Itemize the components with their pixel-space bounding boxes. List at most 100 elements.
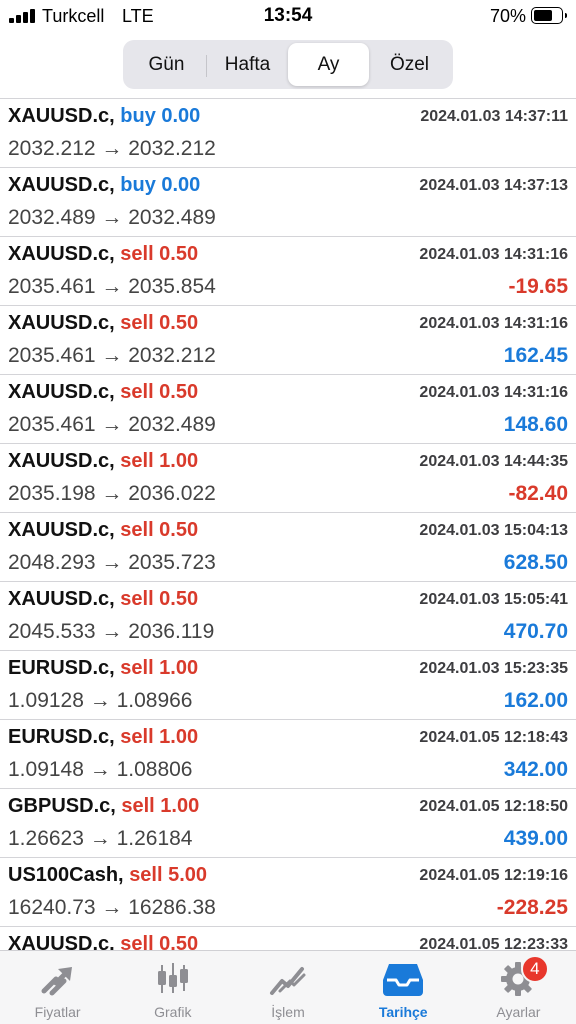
tab-week[interactable]: Hafta (207, 43, 288, 86)
period-segmented-control: Gün Hafta Ay Özel (123, 40, 453, 89)
deal-header: XAUUSD.c, sell 0.50 (8, 243, 198, 266)
deal-row[interactable]: XAUUSD.c, buy 0.00 2024.01.03 14:37:11 203… (0, 99, 576, 168)
tab-quotes[interactable]: Fiyatlar (0, 951, 115, 1024)
deal-symbol: XAUUSD.c, (8, 450, 115, 472)
deal-profit: 162.00 (503, 689, 568, 712)
deal-prices: 1.09128 → 1.08966 (8, 689, 193, 712)
deal-symbol: XAUUSD.c, (8, 312, 115, 334)
history-icon (381, 959, 425, 999)
deal-symbol: EURUSD.c, (8, 726, 115, 748)
deal-prices: 2032.489 → 2032.489 (8, 206, 216, 229)
deal-symbol: XAUUSD.c, (8, 588, 115, 610)
deal-side: sell 1.00 (120, 726, 199, 748)
deal-prices: 2035.461 → 2035.854 (8, 275, 216, 298)
deal-time: 2024.01.03 14:31:16 (419, 246, 568, 263)
deal-history-list[interactable]: XAUUSD.c, buy 0.00 2024.01.03 14:37:11 203… (0, 98, 576, 950)
deal-prices: 2048.293 → 2035.723 (8, 551, 216, 574)
deal-row[interactable]: XAUUSD.c, buy 0.00 2024.01.03 14:37:13 203… (0, 168, 576, 237)
quotes-icon (36, 959, 80, 999)
deal-row[interactable]: EURUSD.c, sell 1.00 2024.01.05 12:18:43 1.… (0, 720, 576, 789)
deal-header: XAUUSD.c, sell 0.50 (8, 312, 198, 335)
deal-time: 2024.01.03 15:23:35 (419, 660, 568, 677)
bottom-tab-bar: Fiyatlar Grafik İşlem Tarihçe Ayarlar 4 (0, 950, 576, 1024)
deal-header: GBPUSD.c, sell 1.00 (8, 795, 199, 818)
deal-header: XAUUSD.c, sell 0.50 (8, 588, 198, 611)
deal-time: 2024.01.05 12:19:16 (419, 867, 568, 884)
deal-time: 2024.01.03 15:04:13 (419, 522, 568, 539)
deal-row[interactable]: EURUSD.c, sell 1.00 2024.01.03 15:23:35 1.… (0, 651, 576, 720)
tab-history-label: Tarihçe (378, 1004, 428, 1020)
deal-header: EURUSD.c, sell 1.00 (8, 726, 198, 749)
tab-trade-label: İşlem (271, 1004, 305, 1020)
deal-prices: 16240.73 → 16286.38 (8, 896, 216, 919)
deal-side: buy 0.00 (120, 105, 201, 127)
deal-time: 2024.01.03 14:37:13 (419, 177, 568, 194)
deal-prices: 2035.461 → 2032.212 (8, 344, 216, 367)
tab-settings[interactable]: Ayarlar 4 (461, 951, 576, 1024)
deal-profit: -19.65 (508, 275, 568, 298)
deal-profit: 148.60 (503, 413, 568, 436)
tab-settings-label: Ayarlar (496, 1004, 541, 1020)
deal-prices: 2035.198 → 2036.022 (8, 482, 216, 505)
deal-row[interactable]: XAUUSD.c, sell 0.50 2024.01.03 15:05:41 20… (0, 582, 576, 651)
trade-icon (266, 959, 310, 999)
deal-profit: 342.00 (503, 758, 568, 781)
deal-symbol: XAUUSD.c, (8, 381, 115, 403)
deal-symbol: EURUSD.c, (8, 657, 115, 679)
deal-time: 2024.01.05 12:18:50 (419, 798, 568, 815)
battery-percent: 70% (489, 6, 526, 26)
tab-trade[interactable]: İşlem (230, 951, 345, 1024)
deal-header: XAUUSD.c, sell 0.50 (8, 933, 198, 950)
deal-header: XAUUSD.c, buy 0.00 (8, 105, 200, 128)
deal-time: 2024.01.03 15:05:41 (419, 591, 568, 608)
deal-row[interactable]: XAUUSD.c, sell 0.50 2024.01.05 12:23:33 (0, 927, 576, 950)
deal-symbol: XAUUSD.c, (8, 105, 115, 127)
chart-icon (151, 959, 195, 999)
tab-week-label: Hafta (224, 53, 271, 75)
deal-time: 2024.01.03 14:37:11 (420, 108, 568, 125)
deal-prices: 1.09148 → 1.08806 (8, 758, 193, 781)
deal-row[interactable]: XAUUSD.c, sell 0.50 2024.01.03 14:31:16 20… (0, 375, 576, 444)
deal-time: 2024.01.03 14:31:16 (419, 384, 568, 401)
deal-row[interactable]: GBPUSD.c, sell 1.00 2024.01.05 12:18:50 1.… (0, 789, 576, 858)
deal-header: XAUUSD.c, sell 0.50 (8, 519, 198, 542)
tab-chart[interactable]: Grafik (115, 951, 230, 1024)
tab-quotes-label: Fiyatlar (34, 1004, 81, 1020)
tab-history[interactable]: Tarihçe (346, 951, 461, 1024)
deal-row[interactable]: US100Cash, sell 5.00 2024.01.05 12:19:16 1… (0, 858, 576, 927)
deal-side: sell 1.00 (120, 450, 199, 472)
tab-custom-label: Özel (389, 53, 430, 75)
tab-day[interactable]: Gün (126, 43, 207, 86)
deal-time: 2024.01.03 14:44:35 (419, 453, 568, 470)
deal-row[interactable]: XAUUSD.c, sell 1.00 2024.01.03 14:44:35 20… (0, 444, 576, 513)
battery-icon (531, 7, 567, 24)
tab-chart-label: Grafik (154, 1004, 192, 1020)
deal-header: XAUUSD.c, sell 1.00 (8, 450, 198, 473)
deal-time: 2024.01.05 12:23:33 (419, 936, 568, 950)
deal-header: XAUUSD.c, buy 0.00 (8, 174, 200, 197)
deal-time: 2024.01.05 12:18:43 (419, 729, 568, 746)
deal-symbol: XAUUSD.c, (8, 243, 115, 265)
deal-header: EURUSD.c, sell 1.00 (8, 657, 198, 680)
deal-side: sell 0.50 (120, 381, 199, 403)
tab-month-label: Ay (317, 53, 340, 75)
deal-row[interactable]: XAUUSD.c, sell 0.50 2024.01.03 14:31:16 20… (0, 306, 576, 375)
deal-side: buy 0.00 (120, 174, 201, 196)
tab-month[interactable]: Ay (288, 43, 369, 86)
tab-custom[interactable]: Özel (369, 43, 450, 86)
status-bar: Turkcell LTE 13:54 70% (0, 0, 576, 34)
deal-side: sell 0.50 (120, 243, 199, 265)
tab-day-label: Gün (148, 53, 185, 75)
deal-row[interactable]: XAUUSD.c, sell 0.50 2024.01.03 15:04:13 20… (0, 513, 576, 582)
deal-row[interactable]: XAUUSD.c, sell 0.50 2024.01.03 14:31:16 20… (0, 237, 576, 306)
deal-side: sell 1.00 (121, 795, 200, 817)
deal-profit: -82.40 (508, 482, 568, 505)
deal-prices: 2032.212 → 2032.212 (8, 137, 216, 160)
deal-prices: 2035.461 → 2032.489 (8, 413, 216, 436)
deal-side: sell 0.50 (120, 519, 199, 541)
deal-header: XAUUSD.c, sell 0.50 (8, 381, 198, 404)
notification-badge: 4 (520, 955, 549, 983)
deal-side: sell 0.50 (120, 933, 199, 950)
deal-header: US100Cash, sell 5.00 (8, 864, 207, 887)
deal-prices: 2045.533 → 2036.119 (8, 620, 215, 643)
